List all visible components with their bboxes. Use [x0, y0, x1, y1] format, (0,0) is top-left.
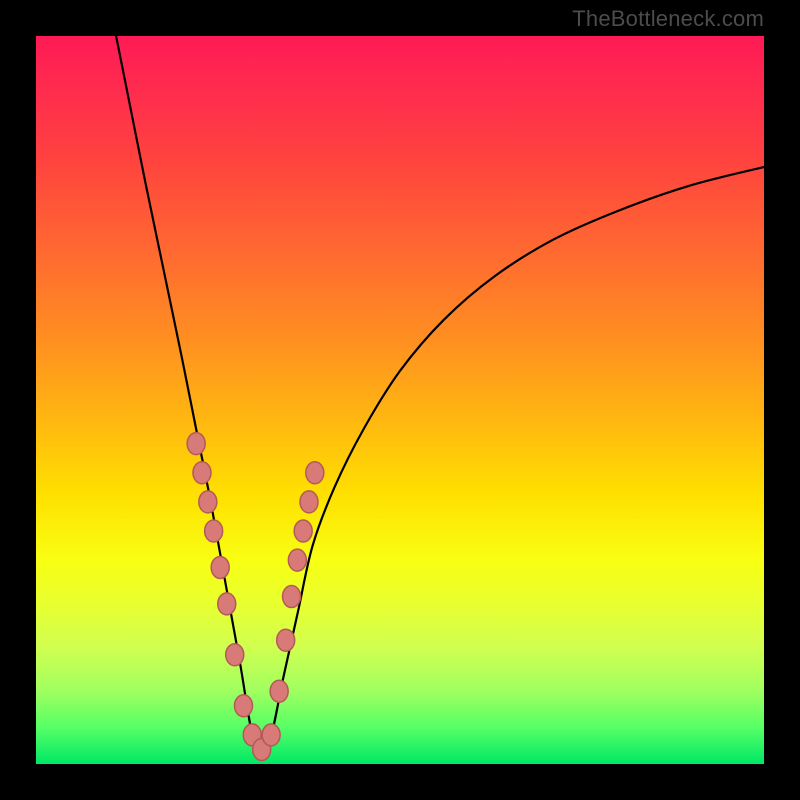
- highlighted-point: [234, 695, 252, 717]
- highlighted-point: [193, 462, 211, 484]
- highlighted-point: [262, 724, 280, 746]
- highlighted-point: [294, 520, 312, 542]
- chart-frame: TheBottleneck.com: [0, 0, 800, 800]
- highlighted-points-group: [187, 433, 324, 761]
- highlighted-point: [300, 491, 318, 513]
- highlighted-point: [205, 520, 223, 542]
- highlighted-point: [306, 462, 324, 484]
- highlighted-point: [288, 549, 306, 571]
- highlighted-point: [211, 556, 229, 578]
- highlighted-point: [226, 644, 244, 666]
- highlighted-point: [218, 593, 236, 615]
- highlighted-point: [199, 491, 217, 513]
- highlighted-point: [270, 680, 288, 702]
- watermark-text: TheBottleneck.com: [572, 6, 764, 32]
- highlighted-point: [187, 433, 205, 455]
- highlighted-point: [283, 586, 301, 608]
- bottleneck-curve: [116, 36, 764, 751]
- highlighted-point: [277, 629, 295, 651]
- chart-overlay: [36, 36, 764, 764]
